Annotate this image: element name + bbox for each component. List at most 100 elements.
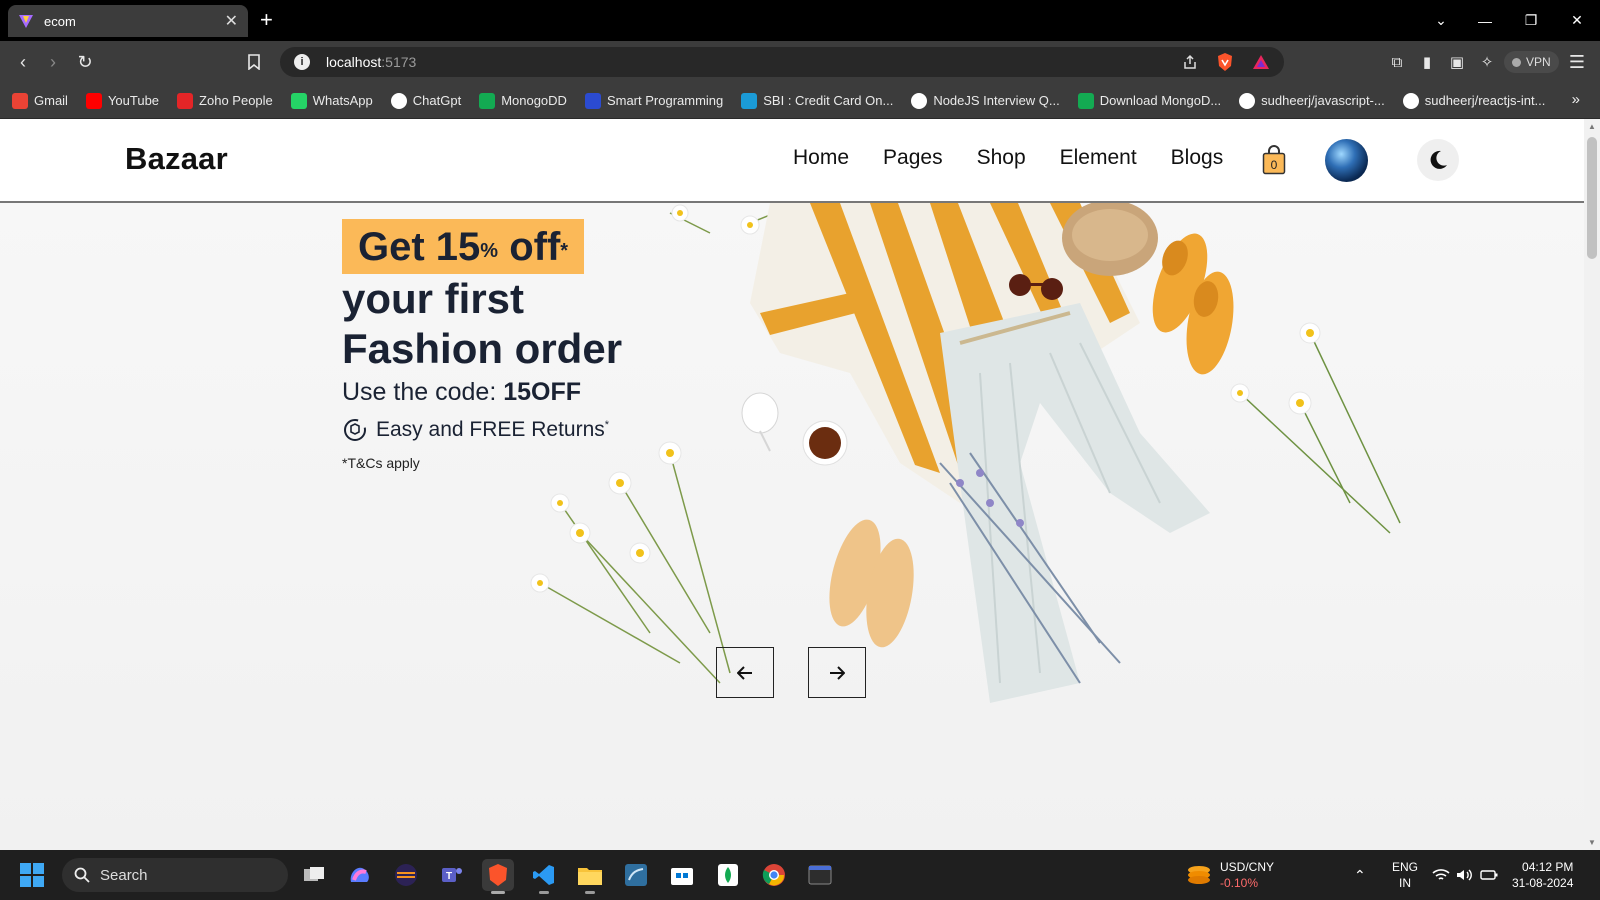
bookmark-label: WhatsApp <box>312 93 373 108</box>
task-view-icon[interactable] <box>298 859 330 891</box>
browser-toolbar: ‹ › ↻ i localhost:5173 ⧉ ▮ ▣ ✧ VPN ☰ <box>0 41 1600 83</box>
vpn-button[interactable]: VPN <box>1504 51 1559 73</box>
address-bar[interactable]: i localhost:5173 <box>280 47 1284 77</box>
nav-shop[interactable]: Shop <box>977 146 1026 170</box>
brave-rewards-icon[interactable] <box>1252 54 1270 70</box>
carousel-prev-button[interactable] <box>716 647 774 698</box>
volume-icon[interactable] <box>1456 850 1472 900</box>
language-top: ENG <box>1392 860 1419 874</box>
bookmark-label: Download MongoD... <box>1099 93 1222 108</box>
bookmark-icon[interactable] <box>241 49 267 75</box>
svg-text:T: T <box>446 871 452 882</box>
moon-icon <box>1430 150 1447 169</box>
bookmark-item[interactable]: MonogoDD <box>479 92 567 109</box>
theme-toggle-button[interactable] <box>1417 139 1459 181</box>
url-host: localhost <box>326 54 382 70</box>
bookmark-item[interactable]: SBI : Credit Card On... <box>741 92 893 109</box>
sidebar-icon[interactable]: ▮ <box>1414 49 1440 75</box>
vscode-icon[interactable] <box>528 859 560 894</box>
main-nav: Home Pages Shop Element Blogs <box>793 146 1257 170</box>
url-port: :5173 <box>381 54 417 70</box>
mysql-workbench-icon[interactable] <box>620 859 652 891</box>
bookmark-item[interactable]: Download MongoD... <box>1077 92 1222 109</box>
shopping-bag-icon[interactable]: 0 <box>1262 145 1286 175</box>
returns-icon <box>344 419 366 441</box>
windows-start-icon[interactable] <box>20 863 44 887</box>
returns-text: Easy and FREE Returns <box>376 418 605 441</box>
close-window-icon[interactable]: ✕ <box>1554 0 1600 41</box>
nav-element[interactable]: Element <box>1060 146 1137 170</box>
brave-browser-icon[interactable] <box>482 859 514 894</box>
share-icon[interactable] <box>1182 54 1198 70</box>
language-indicator[interactable]: ENG IN <box>1392 850 1418 900</box>
nav-home[interactable]: Home <box>793 146 849 170</box>
microsoft-store-icon[interactable] <box>666 859 698 891</box>
github-icon <box>1239 92 1256 109</box>
bookmark-item[interactable]: ChatGpt <box>390 92 461 109</box>
vpn-status-dot <box>1512 57 1521 67</box>
tab-search-chevron-icon[interactable]: ⌄ <box>1418 0 1464 41</box>
bookmark-item[interactable]: sudheerj/reactjs-int... <box>1402 92 1545 109</box>
browser-tab-strip: ecom ✕ + ⌄ — ❐ ✕ <box>0 0 1600 41</box>
site-info-icon[interactable]: i <box>294 54 310 70</box>
user-avatar[interactable] <box>1325 139 1368 182</box>
ticker-pair: USD/CNY <box>1220 860 1275 874</box>
nav-blogs[interactable]: Blogs <box>1171 146 1224 170</box>
leo-ai-icon[interactable]: ✧ <box>1474 49 1500 75</box>
badge-text: Get 15 <box>358 225 481 269</box>
chrome-icon[interactable] <box>758 859 790 891</box>
forward-icon[interactable]: › <box>40 49 66 75</box>
arrow-left-icon <box>737 665 752 680</box>
scroll-down-icon[interactable]: ▼ <box>1587 838 1597 847</box>
taskbar-search[interactable]: Search <box>62 858 288 892</box>
brave-shield-icon[interactable] <box>1216 52 1234 72</box>
badge-star: * <box>560 240 569 262</box>
wallet-icon[interactable]: ▣ <box>1444 49 1470 75</box>
scrollbar-thumb[interactable] <box>1587 137 1597 259</box>
tray-overflow-chevron-icon[interactable]: ⌃ <box>1354 850 1366 900</box>
page-scrollbar[interactable]: ▲ ▼ <box>1584 119 1600 850</box>
eclipse-icon[interactable] <box>390 859 422 891</box>
bookmark-label: MonogoDD <box>501 93 567 108</box>
bookmarks-overflow-icon[interactable]: » <box>1572 91 1580 108</box>
close-tab-icon[interactable]: ✕ <box>225 11 238 31</box>
mongodb-compass-icon[interactable] <box>712 859 744 891</box>
carousel-next-button[interactable] <box>808 647 866 698</box>
file-explorer-icon[interactable] <box>574 859 606 894</box>
github-icon <box>911 92 928 109</box>
battery-icon[interactable] <box>1480 850 1498 900</box>
copilot-icon[interactable] <box>344 859 376 891</box>
taskbar-clock[interactable]: 04:12 PM 31-08-2024 <box>1512 859 1573 891</box>
chatgpt-icon <box>390 92 407 109</box>
search-icon <box>74 867 90 883</box>
scroll-up-icon[interactable]: ▲ <box>1587 122 1597 131</box>
back-icon[interactable]: ‹ <box>10 49 36 75</box>
bookmark-item[interactable]: sudheerj/javascript-... <box>1239 92 1385 109</box>
nav-pages[interactable]: Pages <box>883 146 943 170</box>
sbi-icon <box>741 92 758 109</box>
taskbar-search-label: Search <box>100 866 148 884</box>
wifi-icon[interactable] <box>1432 850 1450 900</box>
bookmark-item[interactable]: Zoho People <box>177 92 273 109</box>
teams-icon[interactable]: T <box>436 859 468 891</box>
bookmark-item[interactable]: NodeJS Interview Q... <box>911 92 1060 109</box>
bookmark-item[interactable]: YouTube <box>85 92 159 109</box>
hero-line-2: Fashion order <box>342 325 623 372</box>
gmail-icon <box>12 92 28 109</box>
smart-programming-icon <box>584 92 601 109</box>
restore-icon[interactable]: ❐ <box>1508 0 1554 41</box>
reload-icon[interactable]: ↻ <box>72 49 98 75</box>
bookmark-item[interactable]: Smart Programming <box>584 92 723 109</box>
bookmark-item[interactable]: WhatsApp <box>290 92 373 109</box>
bookmark-item[interactable]: Gmail <box>12 92 68 109</box>
browser-tab[interactable]: ecom ✕ <box>8 5 248 37</box>
promo-code-line: Use the code: 15OFF <box>342 378 622 407</box>
extensions-icon[interactable]: ⧉ <box>1384 49 1410 75</box>
bookmark-label: sudheerj/javascript-... <box>1261 93 1385 108</box>
menu-icon[interactable]: ☰ <box>1564 49 1590 75</box>
new-tab-button[interactable]: + <box>260 8 273 32</box>
site-logo[interactable]: Bazaar <box>125 141 228 177</box>
widget-ticker[interactable]: USD/CNY -0.10% <box>1186 859 1274 891</box>
minimize-icon[interactable]: — <box>1462 0 1508 41</box>
terminal-icon[interactable] <box>804 859 836 891</box>
